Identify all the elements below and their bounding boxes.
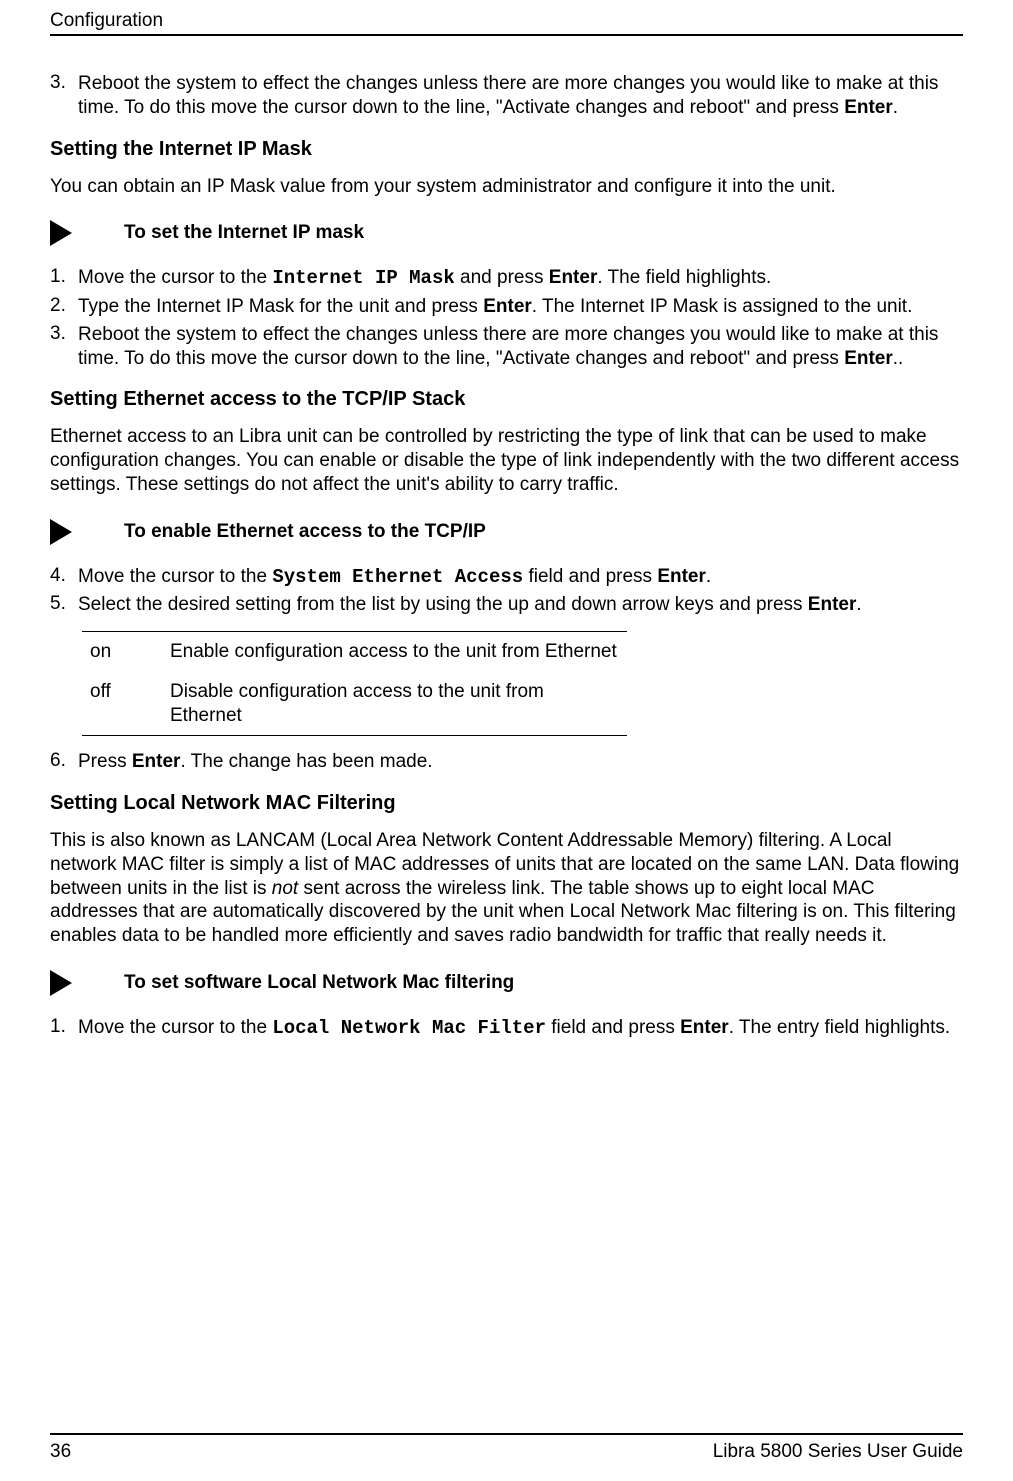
- key-enter: Enter: [657, 566, 706, 587]
- list-item: 1. Move the cursor to the Local Network …: [50, 1016, 963, 1041]
- list-number: 1.: [50, 266, 78, 291]
- body-text: Press: [78, 751, 132, 772]
- body-text: field and press: [546, 1017, 680, 1038]
- running-header: Configuration: [50, 10, 163, 31]
- body-text: Move the cursor to the: [78, 566, 272, 587]
- body-text: and press: [455, 267, 549, 288]
- setting-description: Enable configuration access to the unit …: [170, 640, 619, 664]
- page-number: 36: [50, 1441, 71, 1463]
- list-item: 3. Reboot the system to effect the chang…: [50, 323, 963, 371]
- section-heading-ethernet-access: Setting Ethernet access to the TCP/IP St…: [50, 388, 963, 411]
- footer-title: Libra 5800 Series User Guide: [713, 1441, 963, 1463]
- procedure-header: To set software Local Network Mac filter…: [50, 970, 963, 996]
- procedure-title: To set the Internet IP mask: [124, 222, 364, 244]
- body-text: Move the cursor to the: [78, 1017, 272, 1038]
- body-text: field and press: [523, 566, 657, 587]
- list-number: 3.: [50, 72, 78, 120]
- body-text: . The change has been made.: [180, 751, 432, 772]
- body-text: Move the cursor to the: [78, 267, 272, 288]
- list-number: 4.: [50, 565, 78, 590]
- list-item: 3. Reboot the system to effect the chang…: [50, 72, 963, 120]
- body-text: . The field highlights.: [597, 267, 771, 288]
- body-text: This is also known as LANCAM (Local Area…: [50, 829, 963, 948]
- settings-table: on Enable configuration access to the un…: [82, 631, 627, 736]
- key-enter: Enter: [844, 97, 893, 118]
- setting-key: on: [90, 640, 170, 664]
- list-number: 3.: [50, 323, 78, 371]
- body-text: Reboot the system to effect the changes …: [78, 324, 938, 369]
- setting-description: Disable configuration access to the unit…: [170, 680, 619, 728]
- body-text: .: [893, 97, 898, 118]
- body-text: .: [856, 594, 861, 615]
- body-text: Ethernet access to an Libra unit can be …: [50, 425, 963, 496]
- body-text: . The entry field highlights.: [729, 1017, 950, 1038]
- list-item: 6. Press Enter. The change has been made…: [50, 750, 963, 774]
- list-item: 4. Move the cursor to the System Etherne…: [50, 565, 963, 590]
- body-text: .: [706, 566, 711, 587]
- list-number: 1.: [50, 1016, 78, 1041]
- procedure-title: To enable Ethernet access to the TCP/IP: [124, 521, 486, 543]
- arrow-right-icon: [50, 970, 72, 996]
- body-text: ..: [893, 348, 904, 369]
- code-text: Local Network Mac Filter: [272, 1017, 546, 1039]
- body-text: Type the Internet IP Mask for the unit a…: [78, 296, 483, 317]
- list-item: 5. Select the desired setting from the l…: [50, 593, 963, 617]
- list-number: 2.: [50, 295, 78, 319]
- key-enter: Enter: [844, 348, 893, 369]
- procedure-title: To set software Local Network Mac filter…: [124, 972, 514, 994]
- emphasis-text: not: [272, 878, 298, 899]
- body-text: . The Internet IP Mask is assigned to th…: [532, 296, 913, 317]
- key-enter: Enter: [132, 751, 181, 772]
- body-text: Select the desired setting from the list…: [78, 594, 808, 615]
- procedure-header: To enable Ethernet access to the TCP/IP: [50, 519, 963, 545]
- body-text: You can obtain an IP Mask value from you…: [50, 175, 963, 199]
- key-enter: Enter: [483, 296, 532, 317]
- key-enter: Enter: [808, 594, 857, 615]
- key-enter: Enter: [549, 267, 598, 288]
- key-enter: Enter: [680, 1017, 729, 1038]
- list-item: 1. Move the cursor to the Internet IP Ma…: [50, 266, 963, 291]
- table-row: on Enable configuration access to the un…: [82, 632, 627, 672]
- list-number: 6.: [50, 750, 78, 774]
- body-text: Reboot the system to effect the changes …: [78, 73, 938, 118]
- procedure-header: To set the Internet IP mask: [50, 220, 963, 246]
- setting-key: off: [90, 680, 170, 728]
- section-heading-ip-mask: Setting the Internet IP Mask: [50, 138, 963, 161]
- section-heading-mac-filtering: Setting Local Network MAC Filtering: [50, 792, 963, 815]
- table-row: off Disable configuration access to the …: [82, 672, 627, 736]
- code-text: Internet IP Mask: [272, 267, 454, 289]
- list-item: 2. Type the Internet IP Mask for the uni…: [50, 295, 963, 319]
- arrow-right-icon: [50, 519, 72, 545]
- list-number: 5.: [50, 593, 78, 617]
- arrow-right-icon: [50, 220, 72, 246]
- code-text: System Ethernet Access: [272, 566, 523, 588]
